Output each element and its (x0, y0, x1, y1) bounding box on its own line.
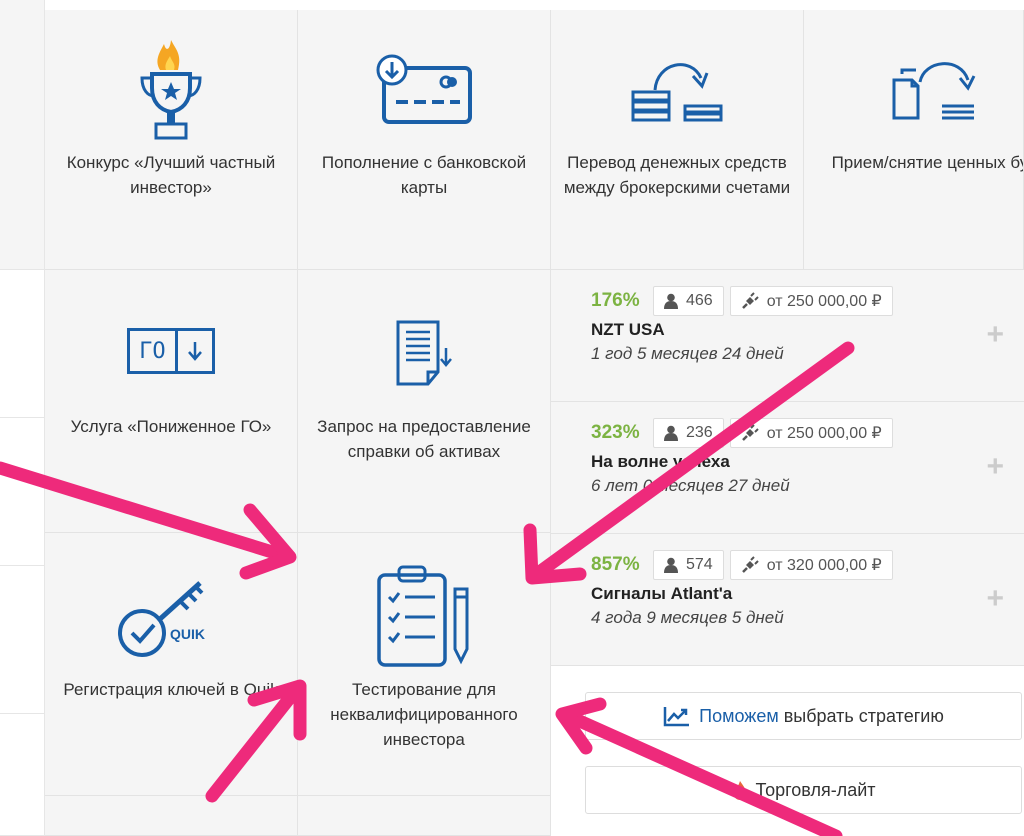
strategy-return: 323% (591, 422, 640, 443)
tile-label: Прием/снятие ценных бумаг (831, 153, 1023, 172)
go-icon: ГО (45, 328, 297, 374)
tile-label: Регистрация ключей в Quik (63, 680, 279, 699)
plug-icon (741, 292, 759, 309)
help-choose-strategy-button[interactable]: Поможем выбрать стратегию (585, 692, 1022, 740)
subscribers-count: 236 (686, 424, 713, 441)
strategy-duration: 4 года 9 месяцев 5 дней (591, 608, 784, 627)
tile-card-deposit[interactable]: Пополнение с банковской карты (298, 10, 551, 270)
tile-money-transfer[interactable]: Перевод денежных средств между брокерски… (551, 10, 804, 270)
user-icon (664, 425, 678, 441)
tile-securities-transfer[interactable]: Прием/снятие ценных бумаг (804, 10, 1024, 270)
money-transfer-icon (551, 56, 803, 126)
help-rest: выбрать стратегию (783, 705, 944, 726)
tile-label: Запрос на предоставление справки об акти… (317, 417, 531, 461)
left-cell (0, 0, 45, 270)
tile-investor-contest[interactable]: Конкурс «Лучший частный инвестор» (45, 10, 298, 270)
clipboard-test-icon (298, 563, 550, 673)
strategy-name: На волне успеха (591, 452, 730, 471)
min-amount: от 250 000,00 ₽ (766, 293, 882, 310)
strategy-duration: 6 лет 0 месяцев 27 дней (591, 476, 790, 495)
tile-label: Конкурс «Лучший частный инвестор» (66, 153, 276, 197)
min-amount-pill: от 250 000,00 ₽ (729, 418, 893, 448)
strategy-name: Сигналы Atlant'a (591, 584, 733, 603)
strategy-return: 857% (591, 554, 640, 575)
tile-assets-statement[interactable]: Запрос на предоставление справки об акти… (298, 270, 551, 533)
min-amount: от 250 000,00 ₽ (766, 425, 882, 442)
strategy-return: 176% (591, 290, 640, 311)
tile-label: Услуга «Пониженное ГО» (70, 417, 272, 436)
left-cell (0, 566, 45, 714)
min-amount-pill: от 250 000,00 ₽ (729, 286, 893, 316)
securities-transfer-icon (890, 56, 1023, 126)
go-icon-text: ГО (130, 331, 178, 371)
left-cell (0, 270, 45, 418)
plug-icon (741, 424, 759, 441)
strategy-duration: 1 год 5 месяцев 24 дней (591, 344, 784, 363)
strategy-name: NZT USA (591, 320, 665, 339)
document-request-icon (298, 318, 550, 388)
chart-up-icon (663, 707, 690, 727)
bank-card-icon (298, 52, 550, 126)
quik-key-icon: QUIK (45, 573, 297, 663)
tile-investor-test[interactable]: Тестирование для неквалифицированного ин… (298, 533, 551, 796)
subscribers-pill: 574 (653, 550, 724, 580)
tile-label: Тестирование для неквалифицированного ин… (330, 680, 518, 749)
add-strategy-button[interactable]: + (986, 582, 1004, 616)
strategy-card[interactable]: 176% 466 от 250 000,00 ₽ NZT USA 1 год 5… (551, 270, 1024, 402)
help-highlight: Поможем (699, 705, 779, 726)
tile-reduced-margin[interactable]: ГО Услуга «Пониженное ГО» (45, 270, 298, 533)
strategy-card[interactable]: 323% 236 от 250 000,00 ₽ На волне успеха… (551, 402, 1024, 534)
plug-icon (741, 556, 759, 573)
add-strategy-button[interactable]: + (986, 318, 1004, 352)
strategy-card[interactable]: 857% 574 от 320 000,00 ₽ Сигналы Atlant'… (551, 534, 1024, 666)
add-strategy-button[interactable]: + (986, 450, 1004, 484)
left-cell (0, 418, 45, 566)
subscribers-pill: 466 (653, 286, 724, 316)
user-icon (664, 293, 678, 309)
subscribers-count: 466 (686, 292, 713, 309)
min-amount-pill: от 320 000,00 ₽ (729, 550, 893, 580)
trade-lite-button[interactable]: Торговля-лайт (585, 766, 1022, 814)
tile-partial[interactable] (298, 796, 551, 836)
min-amount: от 320 000,00 ₽ (766, 557, 882, 574)
flame-icon (733, 781, 746, 800)
tile-partial[interactable] (45, 796, 298, 836)
subscribers-count: 574 (686, 556, 713, 573)
tile-label: Перевод денежных средств между брокерски… (563, 153, 791, 197)
svg-text:QUIK: QUIK (170, 626, 205, 642)
user-icon (664, 557, 678, 573)
left-cell (0, 714, 45, 836)
subscribers-pill: 236 (653, 418, 724, 448)
tile-quik-keys[interactable]: QUIK Регистрация ключей в Quik (45, 533, 298, 796)
trophy-icon (45, 38, 297, 148)
trade-lite-label: Торговля-лайт (755, 779, 876, 800)
tile-label: Пополнение с банковской карты (321, 153, 527, 197)
